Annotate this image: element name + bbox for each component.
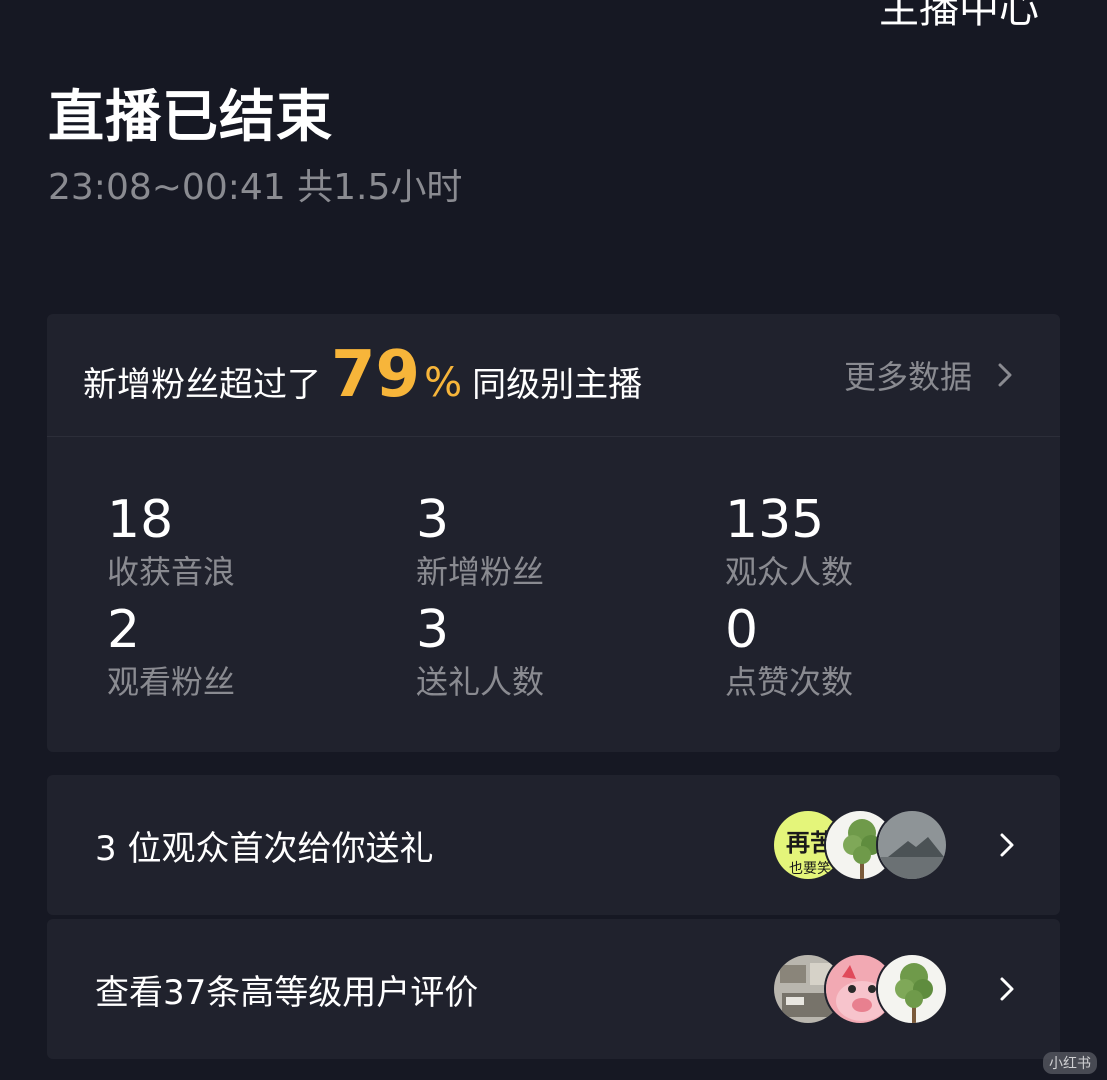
stat-label: 观众人数 [725,553,854,591]
live-time-range: 23:08~00:41 共1.5小时 [48,167,463,208]
first-gift-right: 再苦 也要笑 [772,809,1022,881]
stats-grid: 18 收获音浪 3 新增粉丝 135 观众人数 2 观看粉丝 3 送礼人数 0 … [107,490,1034,710]
more-data-label: 更多数据 [843,358,972,396]
more-data-link[interactable]: 更多数据 [844,352,1020,398]
tree-avatar-icon [878,955,946,1023]
follower-ranking-headline: 新增粉丝超过了 79 % 同级别主播 [83,343,642,407]
stat-value: 3 [416,490,450,550]
stat-gift-senders: 3 送礼人数 [416,600,725,710]
stat-sound-waves: 18 收获音浪 [107,490,416,600]
stat-label: 点赞次数 [725,663,854,701]
stat-value: 3 [416,600,450,660]
stat-value: 18 [107,490,174,550]
stat-value: 135 [725,490,825,550]
review-avatars [772,953,948,1025]
page-title: 直播已结束 [48,85,333,150]
percent-sign: % [424,360,463,406]
reviews-text: 查看37条高等级用户评价 [95,972,479,1013]
stat-new-followers: 3 新增粉丝 [416,490,725,600]
svg-text:也要笑: 也要笑 [789,861,831,877]
stat-label: 新增粉丝 [416,553,545,591]
stat-label: 收获音浪 [107,553,236,591]
gift-avatars: 再苦 也要笑 [772,809,948,881]
chevron-right-icon [1000,833,1014,857]
live-stats-card: 新增粉丝超过了 79 % 同级别主播 更多数据 18 收获音浪 3 新增粉丝 1… [47,314,1060,752]
chevron-right-icon [998,363,1012,387]
headline-suffix: 同级别主播 [472,365,643,405]
stat-follower-viewers: 2 观看粉丝 [107,600,416,710]
percent-value: 79 [331,338,421,412]
stat-value: 2 [107,600,141,660]
stats-card-header: 新增粉丝超过了 79 % 同级别主播 更多数据 [47,314,1060,437]
reviews-right [772,953,1022,1025]
avatar [876,809,948,881]
stat-likes: 0 点赞次数 [725,600,1034,710]
first-gift-row[interactable]: 3 位观众首次给你送礼 再苦 也要笑 [47,775,1060,915]
first-gift-text: 3 位观众首次给你送礼 [95,828,434,869]
stat-viewers: 135 观众人数 [725,490,1034,600]
watermark-badge: 小红书 [1043,1052,1097,1074]
stat-label: 送礼人数 [416,663,545,701]
chevron-right-icon [1000,977,1014,1001]
stat-value: 0 [725,600,759,660]
stat-label: 观看粉丝 [107,663,236,701]
avatar [876,953,948,1025]
headline-prefix: 新增粉丝超过了 [83,365,321,405]
live-ended-page: 主播中心 直播已结束 23:08~00:41 共1.5小时 新增粉丝超过了 79… [0,0,1107,1080]
anchor-center-link[interactable]: 主播中心 [879,0,1039,34]
landscape-avatar-icon [878,811,946,879]
high-level-reviews-row[interactable]: 查看37条高等级用户评价 [47,919,1060,1059]
